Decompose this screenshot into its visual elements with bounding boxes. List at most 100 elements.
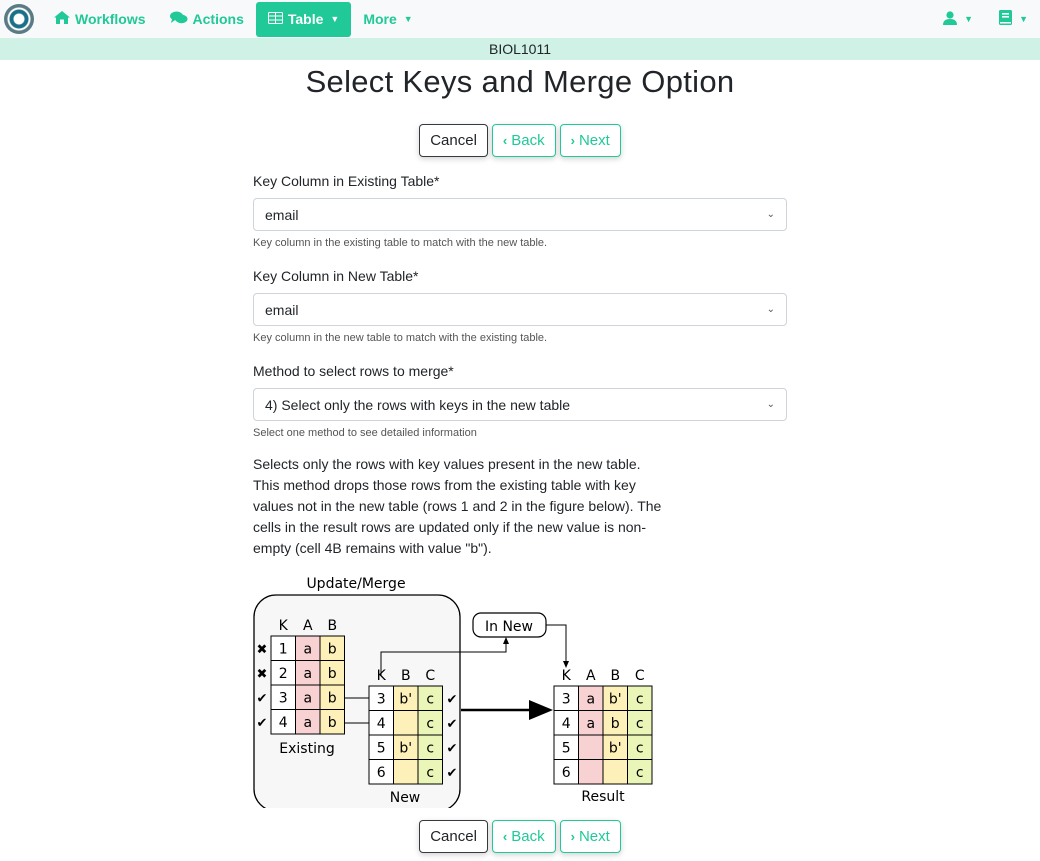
chevron-left-icon: ‹ [502,829,508,844]
new-header-C: C [425,668,435,684]
existing-cell-text: a [303,641,312,657]
nav-more-dropdown[interactable]: More ▼ [351,2,424,36]
method-select[interactable]: 4) Select only the rows with keys in the… [253,388,787,421]
result-header-C: C [635,668,645,684]
existing-cell-text: 3 [279,690,288,706]
caret-down-icon: ▼ [403,14,413,24]
docs-menu[interactable]: ▼ [999,2,1028,36]
method-label: Method to select rows to merge* [253,363,454,379]
result-cell-text: c [636,691,644,707]
existing-check-icon: ✔ [257,691,268,706]
method-help: Select one method to see detailed inform… [253,427,477,439]
existing-cell-text: a [303,690,312,706]
result-table: K A B C3 a b' c4 a b c5 b' c6 c [553,668,653,785]
new-cell-text: 4 [377,716,386,732]
result-header-A: A [586,668,596,684]
in-new-arrowhead-up [503,637,509,644]
new-check-icon: ✔ [447,766,458,781]
chevron-down-icon: ⌄ [766,399,775,410]
caret-down-icon: ▼ [330,14,340,24]
new-key-group: Key Column in New Table* email ⌄ Key col… [253,268,787,344]
nav-table-dropdown[interactable]: Table ▼ [255,1,352,37]
existing-cell-text: b [328,690,337,706]
existing-key-help: Key column in the existing table to matc… [253,237,548,249]
existing-caption: Existing [279,741,334,757]
existing-cell-text: b [328,666,337,682]
chevron-right-icon: › [570,829,575,844]
result-connector [546,624,567,663]
new-key-help: Key column in the new table to match wit… [253,332,548,344]
result-cell [602,759,628,785]
new-cell-text: 3 [377,691,386,707]
result-cell-text: b' [609,740,622,756]
back-button-label: Back [511,828,545,845]
new-key-value: email [265,301,299,318]
result-arrowhead-down [563,661,569,668]
cancel-button[interactable]: Cancel [419,124,488,157]
chevron-left-icon: ‹ [502,133,508,148]
existing-cell-text: 4 [279,715,288,731]
existing-key-value: email [265,206,299,223]
result-header-K: K [562,668,572,684]
existing-header-A: A [303,618,313,634]
next-button[interactable]: › Next [559,124,621,157]
cancel-button[interactable]: Cancel [419,820,488,853]
nav-actions-label: Actions [192,11,244,27]
new-cell-text: c [426,716,434,732]
result-cell-text: b [611,716,620,732]
new-cell-text: 6 [377,765,386,781]
user-menu[interactable]: ▼ [943,2,973,36]
method-value: 4) Select only the rows with keys in the… [265,396,571,413]
new-cell [393,759,419,785]
back-button[interactable]: ‹ Back [491,124,556,157]
result-cell-text: 5 [562,740,571,756]
result-cell-text: b' [609,691,622,707]
new-cell-text: 5 [377,740,386,756]
result-cell-text: 3 [562,691,571,707]
top-button-row: Cancel ‹ Back › Next [0,124,1040,157]
caret-down-icon: ▼ [964,14,974,24]
new-check-icon: ✔ [447,717,458,732]
existing-header-B: B [327,618,337,634]
new-header-B: B [401,668,411,684]
caret-down-icon: ▼ [1019,14,1028,24]
existing-key-select[interactable]: email ⌄ [253,198,787,231]
in-new-label: In New [485,619,533,635]
result-cell-text: 4 [562,716,571,732]
result-cell [578,734,604,760]
chevron-down-icon: ⌄ [766,304,775,315]
existing-cross-icon: ✖ [257,642,268,657]
new-key-label: Key Column in New Table* [253,268,419,284]
new-cell [393,710,419,736]
result-caption: Result [581,789,625,805]
home-icon [54,11,70,27]
next-button-label: Next [578,132,610,149]
nav-actions[interactable]: Actions [158,2,256,36]
new-key-select[interactable]: email ⌄ [253,293,787,326]
back-button[interactable]: ‹ Back [491,820,556,853]
result-cell-text: c [636,740,644,756]
new-caption: New [390,790,421,806]
existing-cross-icon: ✖ [257,667,268,682]
merge-arrowhead [529,700,553,720]
back-button-label: Back [511,132,545,149]
new-cell-text: c [426,691,434,707]
next-button[interactable]: › Next [559,820,621,853]
nav-workflows-label: Workflows [75,11,146,27]
top-navbar: Workflows Actions Table ▼ More ▼ ▼ ▼ [0,0,1040,38]
new-cell-text: b' [399,691,412,707]
nav-workflows[interactable]: Workflows [42,2,158,36]
chevron-down-icon: ⌄ [766,209,775,220]
new-cell-text: c [426,740,434,756]
ontask-logo[interactable] [4,4,34,34]
new-header-K: K [377,668,387,684]
existing-key-label: Key Column in Existing Table* [253,173,440,189]
new-check-icon: ✔ [447,692,458,707]
existing-header-K: K [279,618,289,634]
method-group: Method to select rows to merge* 4) Selec… [253,363,787,439]
next-button-label: Next [578,828,610,845]
result-header-B: B [610,668,620,684]
merge-diagram: Update/Merge In New K A B1 a b✖2 a b✖3 a b✔4 a b✔ … [253,576,653,808]
user-icon [943,10,958,28]
merge-form: Key Column in Existing Table* email ⌄ Ke… [253,173,787,808]
